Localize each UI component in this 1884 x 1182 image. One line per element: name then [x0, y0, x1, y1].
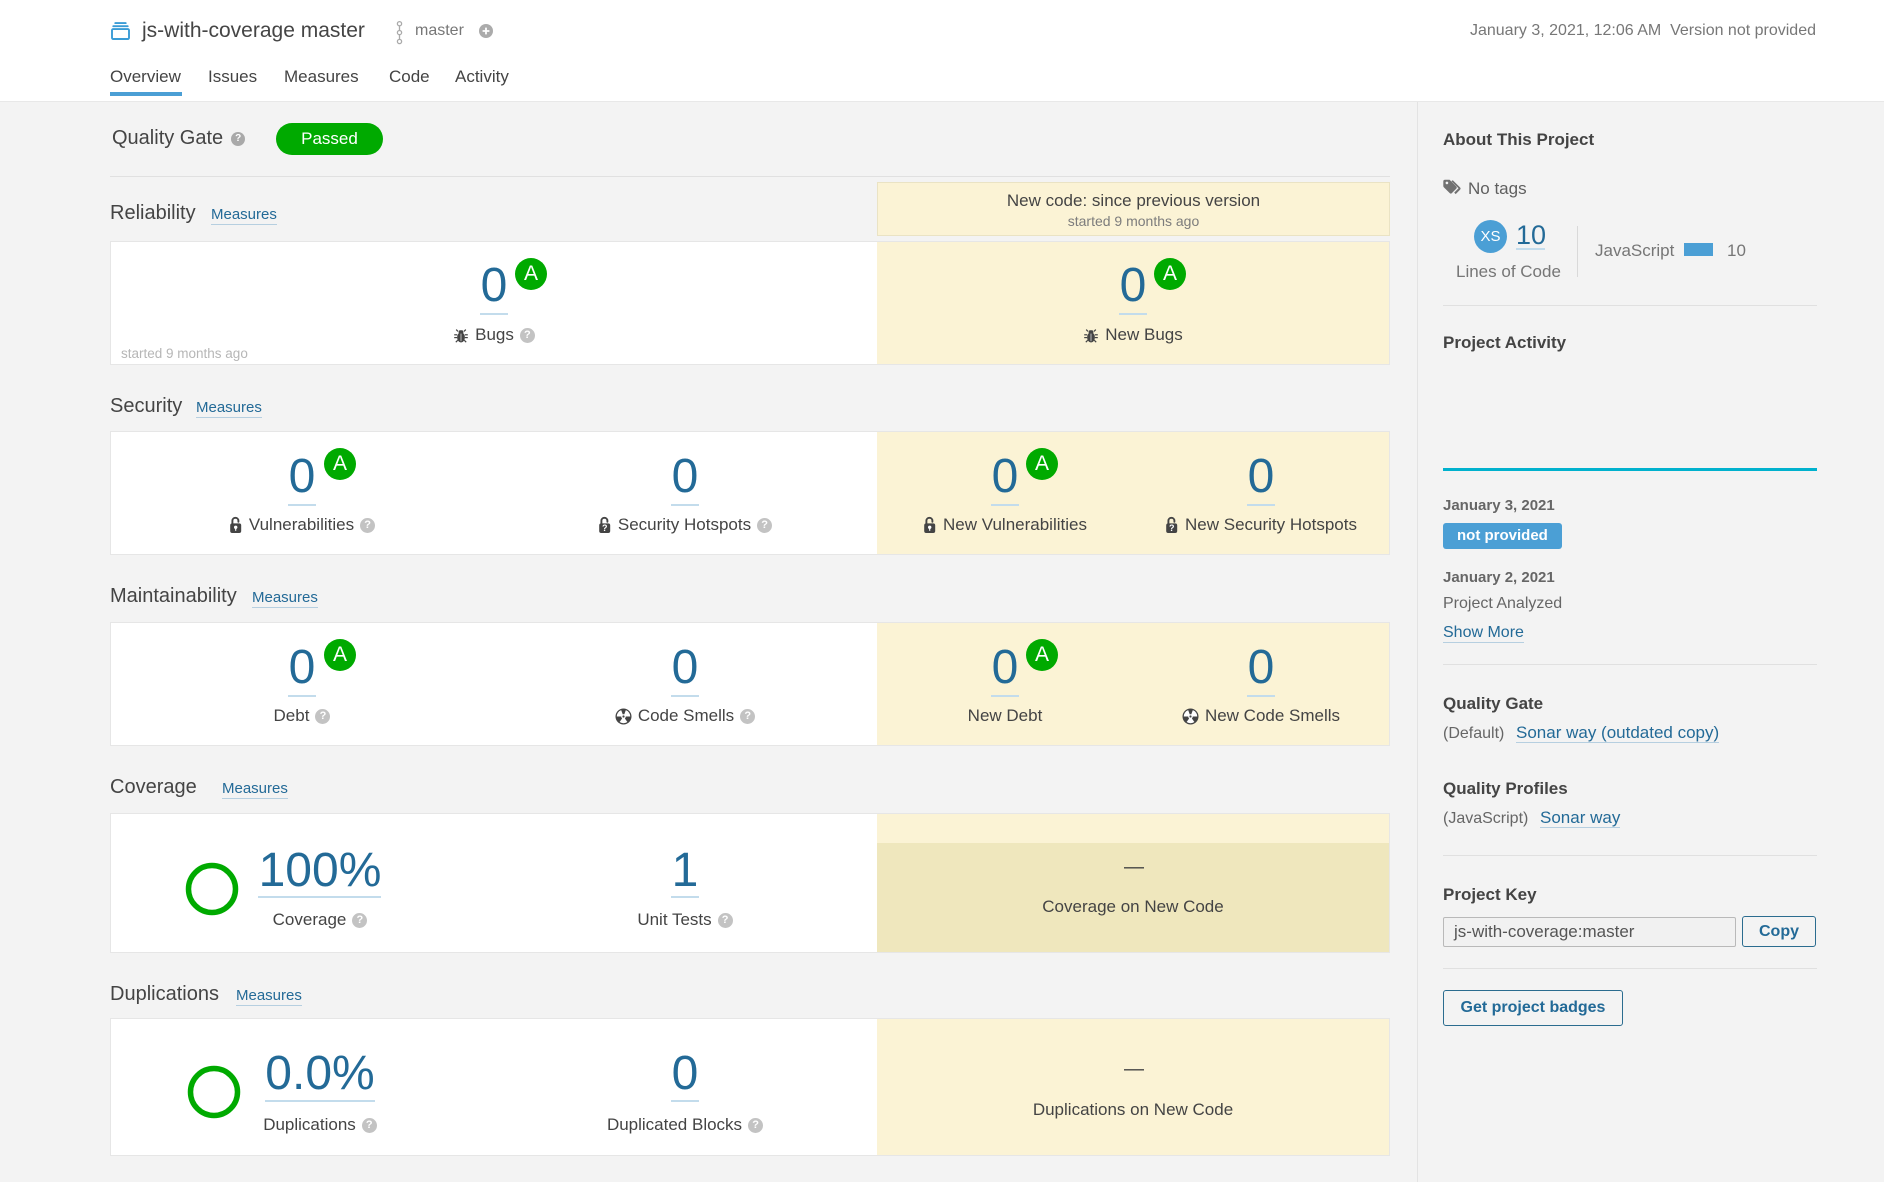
- svg-text:?: ?: [1169, 523, 1175, 533]
- svg-text:?: ?: [602, 523, 608, 533]
